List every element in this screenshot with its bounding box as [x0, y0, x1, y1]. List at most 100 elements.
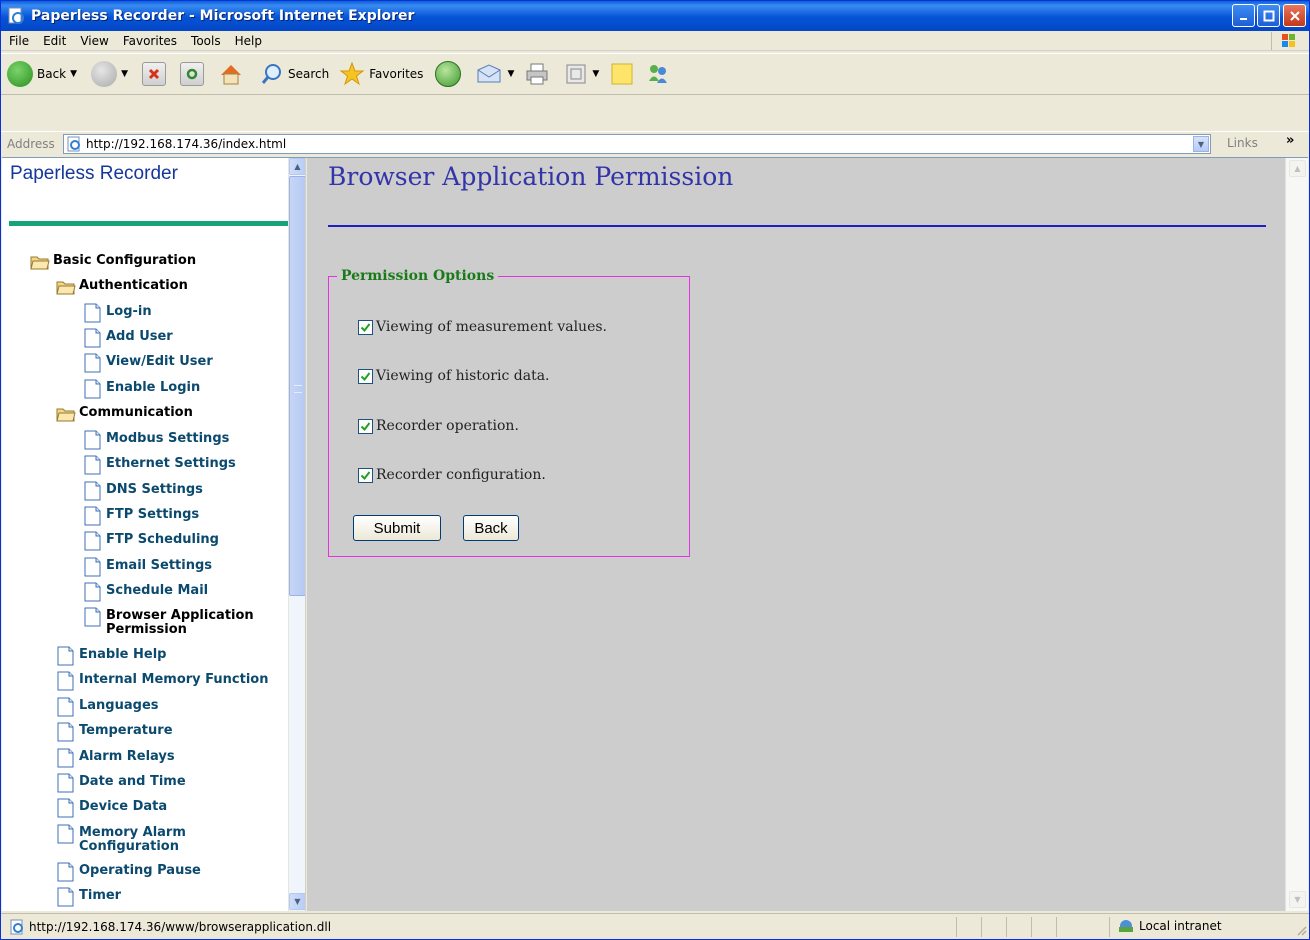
nav-item-device-data[interactable]: Device Data [57, 798, 167, 818]
option-recorder-operation[interactable]: Recorder operation. [358, 418, 519, 434]
nav-item-label: Basic Configuration [53, 253, 197, 268]
nav-item-add-user[interactable]: Add User [84, 328, 173, 348]
home-button[interactable] [218, 62, 244, 86]
close-button[interactable] [1283, 4, 1306, 27]
scroll-down-button[interactable]: ▼ [289, 893, 305, 910]
nav-item-label: Log-in [106, 304, 152, 319]
messenger-button[interactable] [645, 61, 671, 87]
nav-item-label: Timer [79, 888, 122, 903]
menu-file[interactable]: File [1, 34, 36, 48]
standard-toolbar: Back ▼ ▼ Search Favorites ▼ ▼ [1, 53, 1309, 95]
page-icon [57, 697, 74, 717]
option-label: Viewing of historic data. [376, 368, 550, 384]
nav-item-view-edit-user[interactable]: View/Edit User [84, 353, 213, 373]
resize-grip-icon[interactable] [1295, 924, 1307, 936]
scroll-up-button[interactable]: ▲ [1289, 160, 1306, 177]
nav-item-dns-settings[interactable]: DNS Settings [84, 481, 203, 501]
recorder-configuration-checkbox[interactable] [358, 467, 373, 483]
nav-item-modbus-settings[interactable]: Modbus Settings [84, 430, 229, 450]
back-button[interactable]: Back ▼ [7, 61, 77, 87]
note-icon [611, 63, 633, 85]
status-divider [956, 917, 957, 937]
option-measurement-values[interactable]: Viewing of measurement values. [358, 319, 607, 335]
option-recorder-configuration[interactable]: Recorder configuration. [358, 467, 546, 483]
page-icon [57, 722, 74, 742]
menu-edit[interactable]: Edit [36, 34, 73, 48]
scroll-down-button[interactable]: ▼ [1289, 891, 1306, 908]
forward-button[interactable]: ▼ [91, 61, 128, 87]
refresh-button[interactable] [179, 62, 204, 86]
menu-favorites[interactable]: Favorites [116, 34, 184, 48]
page-icon [57, 646, 74, 666]
nav-item-label: DNS Settings [106, 482, 203, 497]
chevron-down-icon: ▼ [592, 69, 600, 79]
maximize-button[interactable] [1257, 4, 1280, 27]
stop-button[interactable] [141, 62, 166, 86]
search-button[interactable]: Search [260, 62, 329, 86]
nav-item-ftp-settings[interactable]: FTP Settings [84, 506, 199, 526]
submit-button[interactable]: Submit [353, 515, 441, 541]
nav-item-communication[interactable]: Communication [56, 406, 193, 422]
scroll-thumb[interactable] [289, 176, 305, 596]
home-icon [220, 65, 241, 85]
address-input[interactable]: http://192.168.174.36/index.html ▼ [63, 134, 1211, 154]
links-chevron-icon[interactable]: » [1286, 133, 1294, 148]
nav-item-enable-login[interactable]: Enable Login [84, 379, 200, 399]
nav-item-temperature[interactable]: Temperature [57, 722, 173, 742]
nav-item-languages[interactable]: Languages [57, 697, 159, 717]
nav-item-email-settings[interactable]: Email Settings [84, 557, 212, 577]
nav-item-authentication[interactable]: Authentication [56, 279, 188, 295]
menu-view[interactable]: View [73, 34, 115, 48]
nav-item-operating-pause[interactable]: Operating Pause [57, 862, 201, 882]
main-scrollbar[interactable]: ▲ ▼ [1285, 158, 1308, 911]
option-label: Viewing of measurement values. [376, 319, 607, 335]
grip-icon [294, 385, 302, 393]
nav-item-schedule-mail[interactable]: Schedule Mail [84, 582, 208, 602]
recorder-operation-checkbox[interactable] [358, 418, 373, 434]
check-icon [360, 470, 371, 480]
mail-button[interactable]: ▼ [475, 62, 514, 86]
favorites-button[interactable]: Favorites [339, 61, 423, 87]
page-content: Paperless Recorder Basic Configuration Au… [2, 157, 1308, 911]
nav-item-label: Alarm Relays [79, 749, 175, 764]
minimize-button[interactable] [1232, 4, 1255, 27]
historic-data-checkbox[interactable] [358, 368, 373, 384]
title-bar[interactable]: Paperless Recorder - Microsoft Internet … [1, 1, 1309, 31]
folder-open-icon [56, 281, 76, 295]
option-historic-data[interactable]: Viewing of historic data. [358, 368, 550, 384]
menu-help[interactable]: Help [228, 34, 269, 48]
nav-title: Paperless Recorder [10, 163, 178, 184]
nav-item-memory-alarm-configuration[interactable]: Memory Alarm Configuration [57, 824, 199, 854]
history-icon [435, 61, 462, 87]
notes-button[interactable] [609, 61, 635, 87]
measurement-values-checkbox[interactable] [358, 319, 373, 335]
nav-item-internal-memory-function[interactable]: Internal Memory Function [57, 671, 269, 691]
main-frame: Browser Application Permission Permissio… [307, 158, 1285, 911]
nav-item-basic-configuration[interactable]: Basic Configuration [30, 254, 196, 270]
scroll-up-button[interactable]: ▲ [289, 158, 305, 175]
chevron-down-icon: ▼ [1197, 139, 1205, 149]
nav-item-ftp-scheduling[interactable]: FTP Scheduling [84, 531, 219, 551]
address-label: Address [7, 136, 55, 151]
nav-item-timer[interactable]: Timer [57, 887, 122, 907]
menu-tools[interactable]: Tools [184, 34, 228, 48]
nav-item-browser-application-permission[interactable]: Browser Application Permission [84, 607, 276, 637]
nav-item-alarm-relays[interactable]: Alarm Relays [57, 748, 175, 768]
history-button[interactable] [435, 61, 462, 87]
links-label[interactable]: Links [1227, 136, 1258, 150]
print-button[interactable] [524, 62, 550, 86]
option-label: Recorder operation. [376, 418, 519, 434]
nav-item-date-and-time[interactable]: Date and Time [57, 773, 186, 793]
nav-item-log-in[interactable]: Log-in [84, 303, 152, 323]
check-icon [360, 371, 371, 381]
nav-item-label: View/Edit User [106, 354, 213, 369]
search-label: Search [287, 67, 330, 81]
back-button[interactable]: Back [463, 515, 519, 541]
print-icon [526, 63, 548, 85]
address-dropdown-button[interactable]: ▼ [1193, 136, 1209, 152]
edit-button[interactable]: ▼ [564, 62, 599, 86]
nav-item-ethernet-settings[interactable]: Ethernet Settings [84, 455, 236, 475]
nav-item-enable-help[interactable]: Enable Help [57, 646, 166, 666]
nav-scrollbar[interactable]: ▲ ▼ [288, 158, 305, 911]
page-icon [84, 506, 101, 526]
